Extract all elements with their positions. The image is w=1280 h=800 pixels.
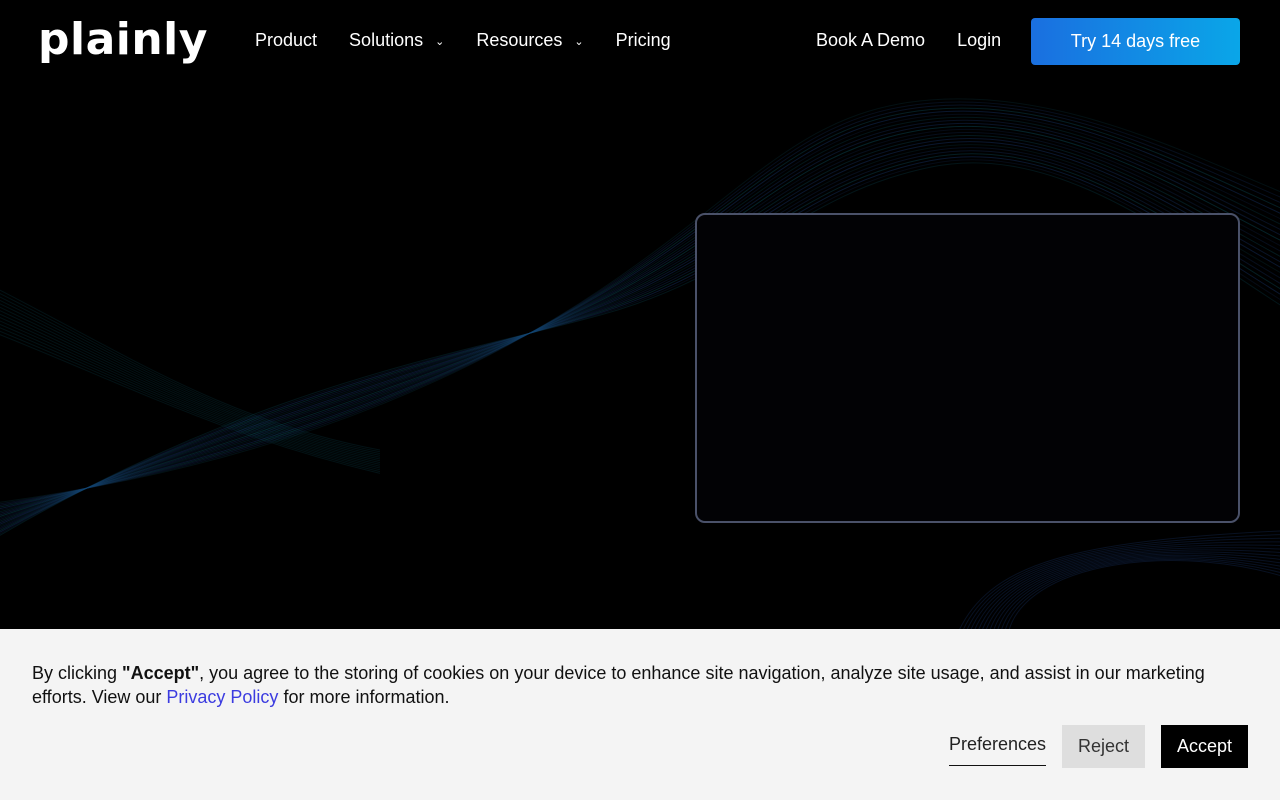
cookie-message: By clicking "Accept", you agree to the s… bbox=[32, 661, 1232, 709]
nav-product[interactable]: Product bbox=[255, 30, 317, 51]
account-links: Book A Demo Login bbox=[816, 30, 1033, 51]
wave-line bbox=[0, 310, 381, 462]
video-panel[interactable] bbox=[695, 213, 1240, 523]
wave-line bbox=[977, 547, 1280, 630]
try-free-button[interactable]: Try 14 days free bbox=[1031, 18, 1240, 65]
wave-line bbox=[1004, 559, 1280, 630]
wave-line bbox=[958, 530, 1280, 630]
wave-line bbox=[997, 556, 1280, 630]
nav-product-label: Product bbox=[255, 30, 318, 50]
main-nav: Product Solutions ⌄ Resources ⌄ Pricing bbox=[255, 30, 703, 51]
nav-pricing-label: Pricing bbox=[615, 30, 671, 50]
cookie-text-before: By clicking bbox=[32, 663, 123, 683]
wave-line bbox=[974, 544, 1280, 630]
wave-line bbox=[0, 292, 381, 453]
nav-resources-label: Resources bbox=[476, 30, 563, 50]
site-header: plainly Product Solutions ⌄ Resources ⌄ … bbox=[0, 0, 1280, 82]
wave-line bbox=[0, 296, 381, 455]
wave-line bbox=[1008, 560, 1280, 630]
wave-line bbox=[0, 299, 381, 456]
nav-solutions[interactable]: Solutions ⌄ bbox=[349, 30, 444, 51]
nav-pricing[interactable]: Pricing bbox=[616, 30, 671, 51]
nav-resources[interactable]: Resources ⌄ bbox=[476, 30, 583, 51]
wave-line bbox=[0, 320, 381, 467]
accept-button[interactable]: Accept bbox=[1161, 725, 1248, 768]
wave-line bbox=[0, 334, 381, 474]
book-demo-link[interactable]: Book A Demo bbox=[816, 30, 925, 51]
preferences-button[interactable]: Preferences bbox=[949, 734, 1047, 766]
wave-line bbox=[1001, 557, 1280, 630]
reject-button[interactable]: Reject bbox=[1062, 725, 1145, 768]
wave-line bbox=[0, 316, 381, 465]
cookie-text-accept-quote: "Accept" bbox=[122, 663, 200, 683]
wave-line bbox=[0, 327, 381, 471]
chevron-down-icon: ⌄ bbox=[435, 36, 445, 48]
wave-line bbox=[0, 289, 381, 451]
wave-line bbox=[970, 541, 1280, 630]
wave-line bbox=[0, 306, 381, 460]
wave-line bbox=[0, 330, 381, 473]
wave-line bbox=[962, 534, 1280, 630]
chevron-down-icon: ⌄ bbox=[574, 36, 584, 48]
wave-line bbox=[985, 551, 1280, 630]
wave-line bbox=[993, 554, 1280, 630]
wave-line bbox=[981, 549, 1280, 630]
login-link[interactable]: Login bbox=[957, 30, 1001, 51]
privacy-policy-link[interactable]: Privacy Policy bbox=[166, 687, 278, 707]
wave-line bbox=[989, 553, 1280, 630]
nav-solutions-label: Solutions bbox=[349, 30, 424, 50]
wave-line bbox=[0, 313, 381, 464]
plainly-logo[interactable]: plainly bbox=[38, 14, 208, 65]
wave-line bbox=[966, 537, 1280, 630]
cookie-text-after: for more information. bbox=[278, 687, 450, 707]
cookie-banner: By clicking "Accept", you agree to the s… bbox=[0, 629, 1280, 800]
wave-line bbox=[0, 303, 381, 458]
wave-line bbox=[0, 323, 381, 469]
